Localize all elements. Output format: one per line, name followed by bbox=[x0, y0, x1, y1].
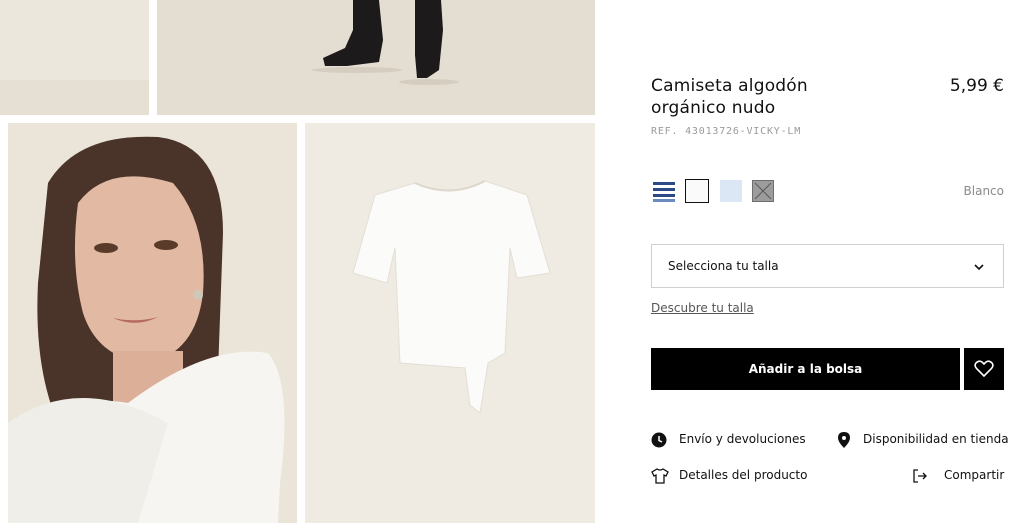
location-pin-icon bbox=[838, 432, 850, 448]
model-wearing-tshirt-image[interactable] bbox=[8, 123, 297, 523]
product-details-label: Detalles del producto bbox=[679, 468, 808, 482]
product-image-boots[interactable] bbox=[157, 0, 595, 115]
product-title-line-1: Camiseta algodón bbox=[651, 76, 808, 96]
add-to-bag-button[interactable]: Añadir a la bolsa bbox=[651, 348, 960, 390]
size-select[interactable]: Selecciona tu talla bbox=[651, 244, 1004, 288]
product-image-top-left[interactable] bbox=[0, 0, 149, 115]
product-info-panel: Camiseta algodón orgánico nudo 5,99 € RE… bbox=[651, 0, 1009, 523]
store-availability-link[interactable]: Disponibilidad en tienda bbox=[837, 432, 1009, 448]
size-select-label: Selecciona tu talla bbox=[668, 259, 779, 273]
white-swatch[interactable] bbox=[685, 179, 709, 203]
product-reference: REF. 43013726-VICKY-LM bbox=[651, 126, 802, 137]
shipping-returns-link[interactable]: Envío y devoluciones bbox=[651, 432, 811, 448]
navy-stripe-swatch[interactable] bbox=[653, 180, 675, 202]
heart-icon bbox=[974, 360, 994, 378]
product-details-link[interactable]: Detalles del producto bbox=[651, 468, 811, 484]
wishlist-button[interactable] bbox=[964, 348, 1004, 390]
share-icon bbox=[913, 469, 927, 483]
shipping-returns-label: Envío y devoluciones bbox=[679, 432, 806, 446]
store-availability-label: Disponibilidad en tienda bbox=[863, 432, 1009, 446]
light-blue-swatch[interactable] bbox=[720, 180, 742, 202]
share-label: Compartir bbox=[944, 468, 1005, 482]
product-price: 5,99 € bbox=[949, 76, 1004, 96]
selected-color-name: Blanco bbox=[963, 184, 1004, 198]
grey-swatch[interactable] bbox=[752, 180, 774, 202]
chevron-down-icon bbox=[974, 264, 984, 271]
clock-icon bbox=[651, 432, 667, 448]
tshirt-icon bbox=[651, 468, 669, 484]
share-link[interactable]: Compartir bbox=[913, 468, 1004, 484]
tshirt-flatlay-image[interactable] bbox=[305, 123, 595, 523]
product-title-line-2: orgánico nudo bbox=[651, 98, 776, 118]
size-guide-link[interactable]: Descubre tu talla bbox=[651, 301, 754, 315]
product-title: Camiseta algodón orgánico nudo bbox=[651, 75, 911, 119]
